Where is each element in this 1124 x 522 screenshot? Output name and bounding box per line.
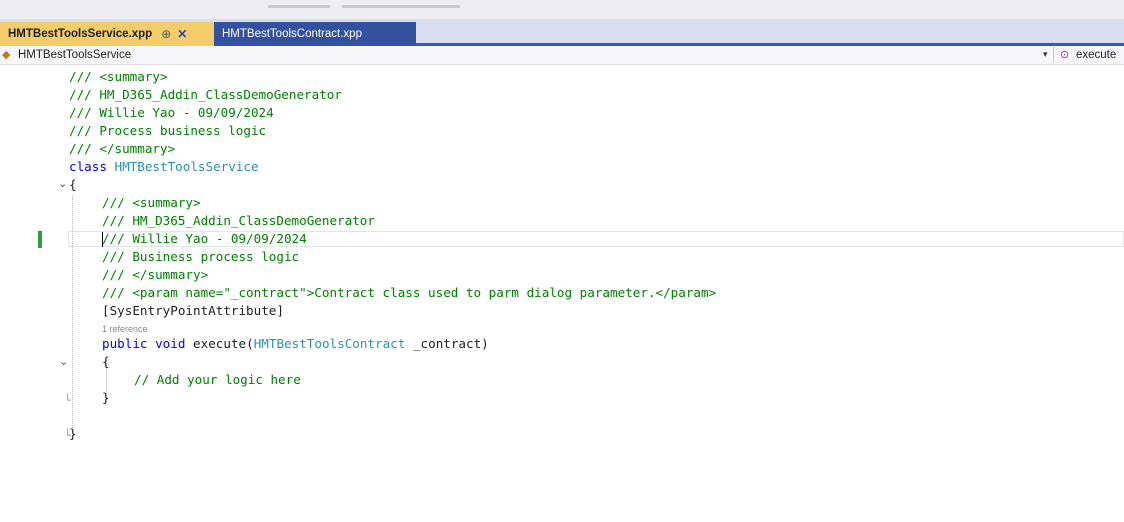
close-icon[interactable]: ✕ [177, 27, 187, 41]
code-line: /// <summary> [69, 69, 168, 84]
member-dropdown[interactable]: execute [1076, 49, 1116, 61]
code-line: { [102, 354, 110, 369]
code-line: /// <summary> [102, 195, 201, 210]
scroll-ghost [342, 5, 460, 8]
tab-hmtbesttoolscontract[interactable]: HMTBestToolsContract.xpp [214, 22, 416, 46]
code-line: } [102, 390, 110, 405]
code-line: /// </summary> [69, 141, 176, 156]
code-line: class HMTBestToolsService [69, 158, 259, 176]
code-line: public void execute(HMTBestToolsContract… [102, 335, 489, 353]
codelens-references[interactable]: 1 reference [102, 324, 148, 334]
code-line: /// </summary> [102, 267, 209, 282]
navigation-bar: ◆ HMTBestToolsService ▾ ⊙ execute [0, 46, 1124, 65]
keyword: void [155, 336, 186, 351]
pin-icon[interactable]: ⊕ [161, 27, 171, 41]
code-line: // Add your logic here [134, 372, 301, 387]
method-icon: ⊙ [1060, 49, 1070, 61]
title-strip [0, 0, 1124, 19]
code-line: /// Willie Yao - 09/09/2024 [69, 105, 274, 120]
keyword: class [69, 159, 107, 174]
code-line: /// HM_D365_Addin_ClassDemoGenerator [69, 87, 342, 102]
code-line: /// Willie Yao - 09/09/2024 [102, 231, 307, 246]
method-name: execute( [193, 336, 254, 351]
type-name: HMTBestToolsContract [253, 336, 406, 351]
text-cursor [102, 232, 103, 247]
fold-end: └ [64, 394, 71, 407]
code-line: { [69, 177, 77, 192]
parameter: _contract) [405, 336, 489, 351]
fold-toggle[interactable]: ⌄ [58, 177, 67, 190]
document-tab-bar: HMTBestToolsService.xpp ⊕ ✕ HMTBestTools… [0, 19, 1124, 46]
scroll-ghost [268, 5, 330, 8]
code-line: /// Process business logic [69, 123, 267, 138]
keyword: public [102, 336, 148, 351]
indent-guide [72, 195, 73, 432]
class-icon: ◆ [2, 49, 11, 61]
code-line: } [69, 426, 77, 441]
change-marker [38, 231, 42, 248]
tab-hmtbesttoolsservice[interactable]: HMTBestToolsService.xpp ⊕ ✕ [0, 22, 214, 46]
tab-label: HMTBestToolsService.xpp [8, 28, 153, 40]
code-line: /// <param name="_contract">Contract cla… [102, 285, 717, 300]
code-line: [SysEntryPointAttribute] [102, 303, 284, 318]
class-name: HMTBestToolsService [114, 159, 259, 174]
fold-toggle[interactable]: ⌄ [59, 355, 68, 368]
type-dropdown[interactable]: HMTBestToolsService [18, 49, 131, 61]
chevron-down-icon[interactable]: ▾ [1043, 49, 1048, 60]
code-line: /// HM_D365_Addin_ClassDemoGenerator [102, 213, 375, 228]
code-line: /// Business process logic [102, 249, 300, 264]
tab-label: HMTBestToolsContract.xpp [222, 28, 362, 40]
divider [1053, 47, 1054, 63]
code-editor[interactable]: ⌄ ⌄ └ └ /// <summary> /// HM_D365_Addin_… [0, 65, 1124, 522]
